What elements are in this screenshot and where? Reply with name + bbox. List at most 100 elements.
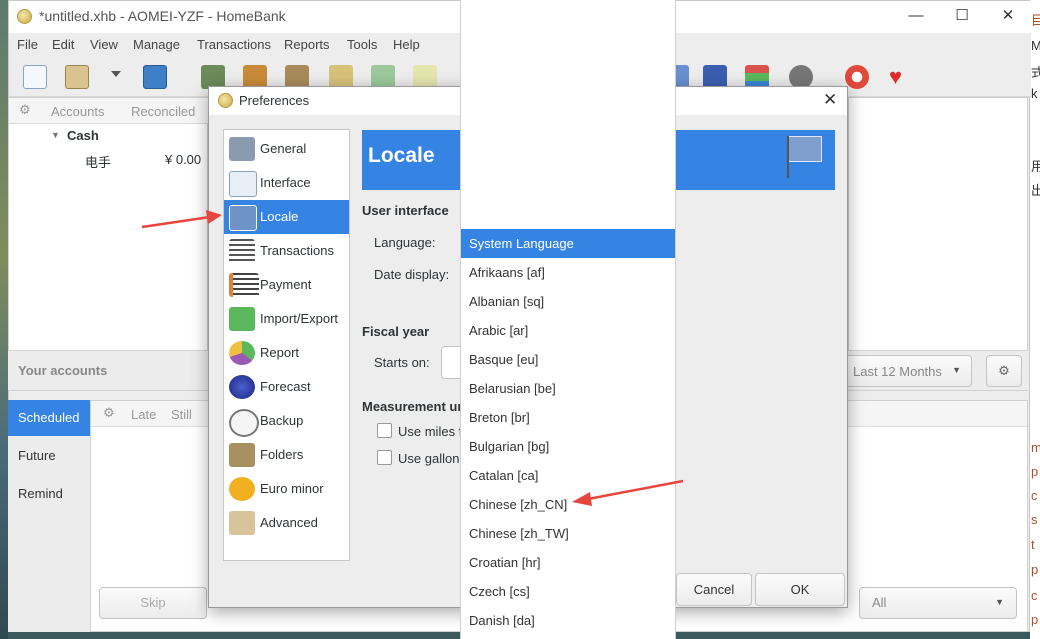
filter-select[interactable]: All ▼ bbox=[859, 587, 1017, 619]
accounts-column[interactable]: Accounts bbox=[51, 104, 104, 119]
desktop-text: 出 bbox=[1031, 183, 1040, 198]
use-miles-label: Use miles f bbox=[398, 424, 463, 439]
reconciled-column[interactable]: Reconciled bbox=[131, 104, 195, 119]
still-column[interactable]: Still bbox=[171, 407, 192, 422]
desktop-text: p bbox=[1031, 562, 1039, 577]
tab-scheduled[interactable]: Scheduled bbox=[8, 400, 90, 436]
gear-icon[interactable]: ⚙ bbox=[103, 405, 115, 421]
maximize-button[interactable]: ☐ bbox=[939, 1, 985, 33]
nav-import-export[interactable]: Import/Export bbox=[224, 302, 349, 336]
language-dropdown: System Language Afrikaans [af] Albanian … bbox=[460, 0, 676, 639]
nav-backup[interactable]: Backup bbox=[224, 404, 349, 438]
cancel-button[interactable]: Cancel bbox=[676, 573, 752, 606]
gear-icon[interactable]: ⚙ bbox=[19, 102, 31, 118]
save-icon[interactable] bbox=[143, 65, 167, 89]
language-option[interactable]: Chinese [zh_TW] bbox=[461, 519, 675, 548]
new-file-icon[interactable] bbox=[23, 65, 47, 89]
fiscal-year-heading: Fiscal year bbox=[362, 324, 430, 339]
menu-transactions[interactable]: Transactions bbox=[197, 37, 271, 52]
desktop-text: p bbox=[1031, 464, 1039, 479]
account-group-cash[interactable]: Cash bbox=[67, 128, 99, 143]
menu-edit[interactable]: Edit bbox=[52, 37, 74, 52]
nav-general[interactable]: General bbox=[224, 132, 349, 166]
nav-report[interactable]: Report bbox=[224, 336, 349, 370]
menu-tools[interactable]: Tools bbox=[347, 37, 377, 52]
scheduled-sidebar: Scheduled Future Remind bbox=[8, 400, 90, 632]
language-option[interactable]: System Language bbox=[461, 229, 675, 258]
desktop-background-right: 目 M 式 k 用 出 m p c s t p c p bbox=[1030, 0, 1040, 639]
account-balance: ¥ 0.00 bbox=[165, 152, 202, 167]
language-option[interactable]: Danish [da] bbox=[461, 606, 675, 635]
language-option[interactable]: Arabic [ar] bbox=[461, 316, 675, 345]
nav-euro-minor[interactable]: Euro minor bbox=[224, 472, 349, 506]
crystal-ball-icon bbox=[229, 375, 255, 399]
language-option[interactable]: Bulgarian [bg] bbox=[461, 432, 675, 461]
menu-help[interactable]: Help bbox=[393, 37, 420, 52]
late-column[interactable]: Late bbox=[131, 407, 156, 422]
flag-pole bbox=[787, 136, 789, 178]
menu-reports[interactable]: Reports bbox=[284, 37, 330, 52]
accounts-column-header: ⚙ Accounts Reconciled bbox=[9, 98, 209, 124]
donate-heart-icon[interactable]: ♥ bbox=[889, 66, 902, 88]
open-file-icon[interactable] bbox=[65, 65, 89, 89]
toolbox-icon bbox=[229, 511, 255, 535]
menu-file[interactable]: File bbox=[17, 37, 38, 52]
desktop-text: t bbox=[1031, 537, 1035, 552]
window-icon bbox=[229, 171, 257, 197]
nav-locale[interactable]: Locale bbox=[224, 200, 349, 234]
homebank-app-icon bbox=[17, 9, 32, 24]
minimize-button[interactable]: — bbox=[893, 1, 939, 33]
nav-folders[interactable]: Folders bbox=[224, 438, 349, 472]
account-name[interactable]: 电手 bbox=[85, 152, 111, 171]
period-value: Last 12 Months bbox=[853, 364, 942, 379]
use-gallon-checkbox[interactable] bbox=[377, 450, 392, 465]
nav-interface[interactable]: Interface bbox=[224, 166, 349, 200]
menu-view[interactable]: View bbox=[90, 37, 118, 52]
desktop-text: p bbox=[1031, 612, 1039, 627]
language-option[interactable]: Chinese [zh_CN] bbox=[461, 490, 675, 519]
chevron-down-icon[interactable] bbox=[111, 71, 121, 77]
desktop-text: 式 bbox=[1031, 65, 1040, 80]
nav-payment[interactable]: Payment bbox=[224, 268, 349, 302]
dialog-close-button[interactable]: ✕ bbox=[823, 90, 837, 110]
clock-icon bbox=[229, 409, 259, 437]
accounts-pane: ⚙ Accounts Reconciled ▼ Cash 电手 ¥ 0.00 bbox=[8, 97, 209, 391]
tab-remind[interactable]: Remind bbox=[8, 476, 90, 512]
language-option[interactable]: Afrikaans [af] bbox=[461, 258, 675, 287]
starts-on-label: Starts on: bbox=[374, 355, 430, 370]
flag-icon bbox=[229, 205, 257, 231]
language-option[interactable]: Catalan [ca] bbox=[461, 461, 675, 490]
language-option[interactable]: Croatian [hr] bbox=[461, 548, 675, 577]
language-option[interactable]: Czech [cs] bbox=[461, 577, 675, 606]
menu-manage[interactable]: Manage bbox=[133, 37, 180, 52]
chevron-down-icon: ▼ bbox=[952, 365, 961, 375]
expander-icon[interactable]: ▼ bbox=[51, 130, 60, 140]
language-option[interactable]: Belarusian [be] bbox=[461, 374, 675, 403]
homebank-app-icon bbox=[218, 93, 233, 108]
help-icon[interactable] bbox=[845, 65, 869, 89]
page-title: Locale bbox=[368, 144, 435, 167]
language-option[interactable]: Albanian [sq] bbox=[461, 287, 675, 316]
folder-icon bbox=[229, 443, 255, 467]
desktop-background bbox=[0, 0, 8, 639]
language-label: Language: bbox=[374, 235, 436, 250]
report-pane bbox=[848, 97, 1028, 391]
period-select[interactable]: Last 12 Months ▼ bbox=[840, 355, 972, 387]
ok-button[interactable]: OK bbox=[755, 573, 845, 606]
window-title: *untitled.xhb - AOMEI-YZF - HomeBank bbox=[39, 8, 286, 24]
nav-advanced[interactable]: Advanced bbox=[224, 506, 349, 540]
skip-button[interactable]: Skip bbox=[99, 587, 207, 619]
close-button[interactable]: ✕ bbox=[985, 1, 1031, 33]
flag-icon bbox=[788, 136, 822, 162]
nav-transactions[interactable]: Transactions bbox=[224, 234, 349, 268]
use-miles-checkbox[interactable] bbox=[377, 423, 392, 438]
tab-future[interactable]: Future bbox=[8, 438, 90, 474]
language-option[interactable]: Breton [br] bbox=[461, 403, 675, 432]
settings-gear-button[interactable]: ⚙ bbox=[986, 355, 1022, 387]
dialog-title: Preferences bbox=[239, 93, 310, 108]
nav-forecast[interactable]: Forecast bbox=[224, 370, 349, 404]
language-option[interactable]: Basque [eu] bbox=[461, 345, 675, 374]
desktop-text: k bbox=[1031, 86, 1038, 101]
desktop-text: c bbox=[1031, 588, 1038, 603]
desktop-text: s bbox=[1031, 512, 1038, 527]
